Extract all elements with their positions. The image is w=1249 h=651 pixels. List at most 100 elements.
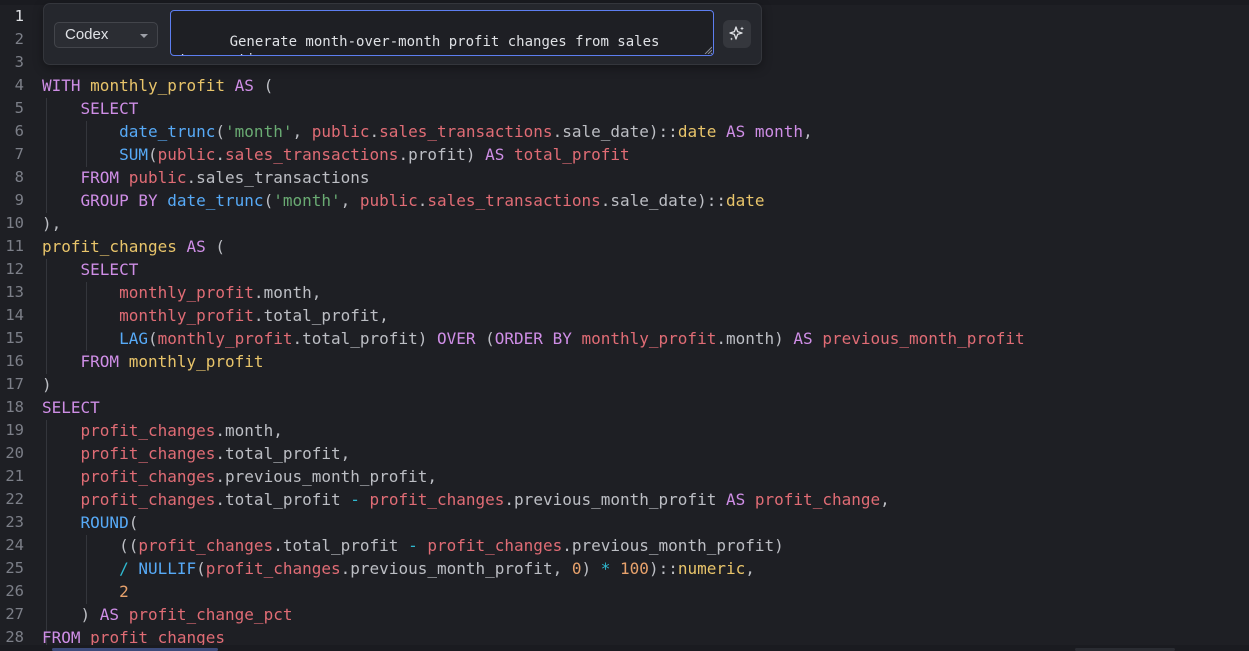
code-line[interactable]: GROUP BY date_trunc('month', public.sale… <box>42 189 765 212</box>
code-line[interactable]: profit_changes.previous_month_profit, <box>42 465 437 488</box>
code-line[interactable]: FROM public.sales_transactions <box>42 166 370 189</box>
code-token: month <box>263 283 312 302</box>
code-token: total_profit <box>225 444 341 463</box>
line-number: 18 <box>5 398 24 416</box>
code-token: month <box>754 122 804 141</box>
code-token: previous_month_profit <box>350 559 553 578</box>
code-token: monthly_profit <box>119 283 254 302</box>
code-token: LAG <box>119 329 148 348</box>
code-line[interactable]: ROUND( <box>42 511 139 534</box>
line-number: 19 <box>5 421 24 439</box>
code-line[interactable]: profit_changes.total_profit, <box>42 442 351 465</box>
code-token: monthly_profit <box>157 329 293 348</box>
line-number: 26 <box>5 582 24 600</box>
code-token: , <box>552 559 572 578</box>
code-token: . <box>716 329 726 348</box>
code-editor[interactable]: 1 2 3 4 5 6 7 8 9 10 11 12 13 14 15 16 17 18 19 20 21 22 23 24 2… <box>0 0 1249 651</box>
resize-grip-icon[interactable] <box>704 46 712 54</box>
code-token: total_profit <box>225 490 341 509</box>
code-token: AS <box>186 237 206 256</box>
code-line[interactable]: profit_changes AS ( <box>42 235 225 258</box>
code-line[interactable]: WITH monthly_profit AS ( <box>42 74 273 97</box>
code-token: ) <box>417 329 437 348</box>
line-number: 4 <box>14 76 24 94</box>
code-line[interactable]: monthly_profit.total_profit, <box>42 304 389 327</box>
code-token: SUM <box>119 145 148 164</box>
code-token: ( <box>196 559 206 578</box>
code-line[interactable]: SELECT <box>42 396 100 419</box>
code-token: 'month' <box>225 122 293 141</box>
code-token: ) <box>774 536 784 555</box>
code-token: GROUP BY <box>80 191 158 210</box>
code-token: profit_changes <box>80 490 216 509</box>
code-token: . <box>417 191 428 210</box>
code-token: profit_changes <box>138 536 274 555</box>
code-token: - <box>350 490 360 509</box>
code-token: month <box>725 329 775 348</box>
code-token: profit_changes <box>427 536 563 555</box>
code-line[interactable]: ) <box>42 373 52 396</box>
code-line[interactable]: SUM(public.sales_transactions.profit) AS… <box>42 143 630 166</box>
code-token: , <box>880 490 890 509</box>
code-line[interactable]: FROM monthly_profit <box>42 350 264 373</box>
code-line[interactable]: ((profit_changes.total_profit - profit_c… <box>42 534 784 557</box>
code-token: AS <box>725 490 746 509</box>
code-token: , <box>745 559 755 578</box>
code-token: (( <box>42 536 139 555</box>
generate-button[interactable] <box>723 20 751 48</box>
code-token: public <box>128 168 187 187</box>
code-line[interactable]: date_trunc('month', public.sales_transac… <box>42 120 813 143</box>
line-number: 10 <box>5 214 24 232</box>
code-token: . <box>253 283 264 302</box>
code-token: ) <box>42 605 100 624</box>
ai-inline-prompt-popup: Codex Generate month-over-month profit c… <box>43 3 762 65</box>
code-token: ( <box>205 237 226 256</box>
code-token: date <box>677 122 717 141</box>
line-number: 22 <box>5 490 24 508</box>
code-token: . <box>562 536 572 555</box>
code-token: ( <box>128 513 139 532</box>
code-line[interactable]: SELECT <box>42 97 139 120</box>
model-select-dropdown[interactable]: Codex <box>54 22 158 48</box>
code-token: profit_change_pct <box>128 605 293 624</box>
code-line[interactable]: SELECT <box>42 258 139 281</box>
code-token: . <box>552 122 563 141</box>
code-line[interactable]: profit_changes.total_profit - profit_cha… <box>42 488 890 511</box>
code-line[interactable]: profit_changes.month, <box>42 419 283 442</box>
code-token: profit_changes <box>80 421 216 440</box>
code-line[interactable]: monthly_profit.month, <box>42 281 321 304</box>
code-line[interactable]: ) AS profit_change_pct <box>42 603 293 626</box>
code-token: FROM <box>80 168 120 187</box>
prompt-input-text: Generate month-over-month profit changes… <box>179 34 660 55</box>
code-line[interactable]: 2 <box>42 580 129 603</box>
code-token: 2 <box>119 582 129 601</box>
code-line[interactable]: LAG(monthly_profit.total_profit) OVER (O… <box>42 327 1025 350</box>
prompt-input[interactable]: Generate month-over-month profit changes… <box>170 10 714 56</box>
code-token: ( <box>147 329 158 348</box>
code-token: date_trunc <box>167 191 264 210</box>
code-token: sale_date <box>562 122 649 141</box>
code-token: . <box>273 536 283 555</box>
code-line[interactable]: / NULLIF(profit_changes.previous_month_p… <box>42 557 755 580</box>
line-number: 27 <box>5 605 24 623</box>
code-token: monthly_profit <box>128 352 264 371</box>
code-token: , <box>340 444 351 463</box>
code-token: sales_transactions <box>225 145 399 164</box>
code-token: profit_changes <box>80 444 216 463</box>
code-token: . <box>215 444 226 463</box>
code-line[interactable]: ), <box>42 212 61 235</box>
code-token: previous_month_profit <box>514 490 717 509</box>
line-number: 24 <box>5 536 24 554</box>
